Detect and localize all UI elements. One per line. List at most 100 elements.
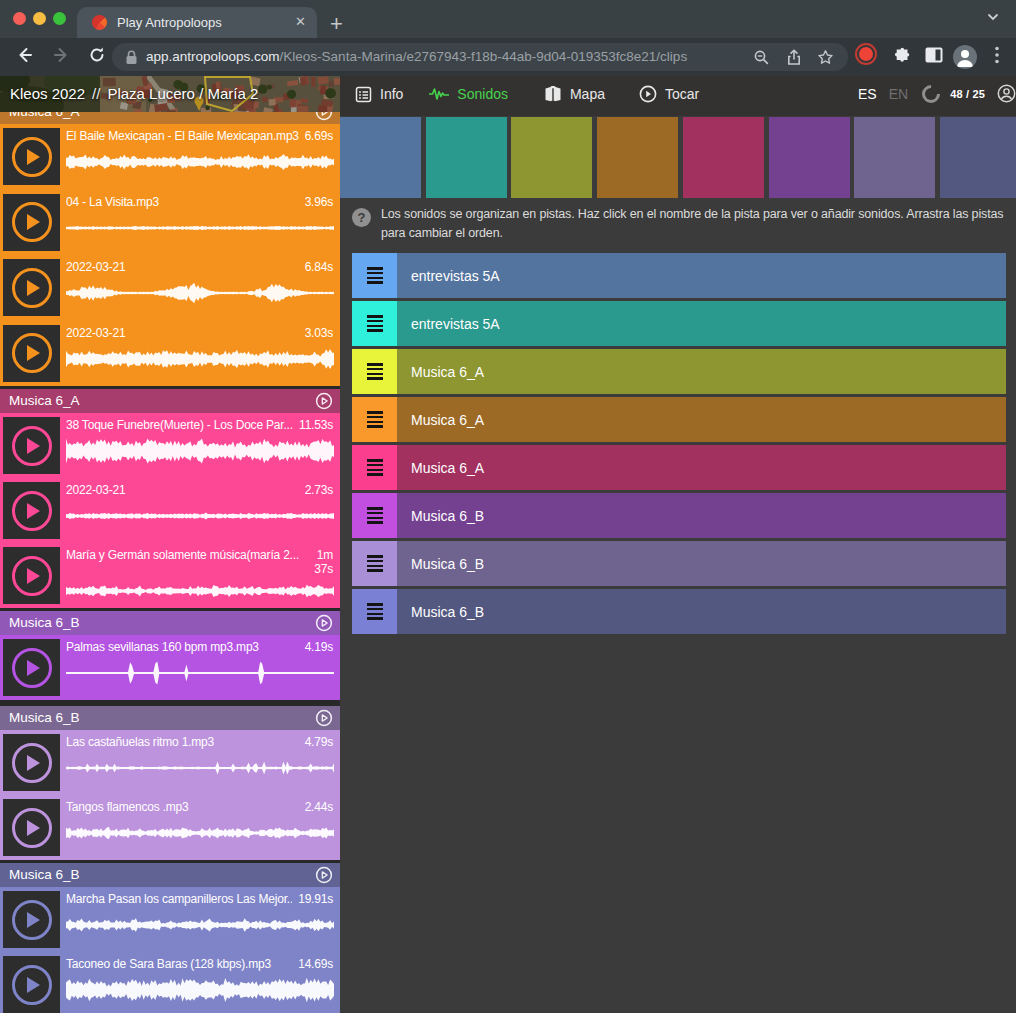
clip-waveform[interactable] <box>66 501 334 531</box>
lock-icon[interactable] <box>125 50 138 69</box>
clip-play-button[interactable] <box>3 128 60 185</box>
track-row[interactable]: Musica 6_B <box>352 589 1006 634</box>
timeline-swatch[interactable] <box>854 117 935 198</box>
tab-search-chevron-icon[interactable] <box>986 10 1000 27</box>
nav-mapa[interactable]: Mapa <box>544 86 605 102</box>
help-text: Los sonidos se organizan en pistas. Haz … <box>381 205 1013 243</box>
clip-waveform[interactable] <box>66 278 334 308</box>
section-play-icon[interactable] <box>315 392 333 413</box>
track-name: Musica 6_A <box>411 412 484 428</box>
zoom-icon[interactable] <box>753 49 770 70</box>
clip-play-button[interactable] <box>3 417 60 474</box>
new-tab-button[interactable]: + <box>330 11 343 37</box>
clip-waveform[interactable] <box>66 818 334 848</box>
clip-waveform[interactable] <box>66 753 334 783</box>
clip-play-button[interactable] <box>3 734 60 791</box>
track-row[interactable]: Musica 6_A <box>352 397 1006 442</box>
browser-tab[interactable]: Play Antropoloops ✕ <box>77 7 317 38</box>
side-panel-icon[interactable] <box>925 47 943 68</box>
clip-play-button[interactable] <box>3 259 60 316</box>
audio-clip: María y Germán solamente música(maría 2.… <box>0 543 340 608</box>
record-indicator-icon[interactable] <box>859 47 873 61</box>
close-window-button[interactable] <box>13 12 26 25</box>
browser-menu-icon[interactable] <box>994 45 1000 70</box>
clip-play-button[interactable] <box>3 639 60 696</box>
drag-handle[interactable] <box>352 541 397 586</box>
drag-handle[interactable] <box>352 253 397 298</box>
track-section-header[interactable]: Musica 6_B <box>0 611 340 635</box>
extensions-puzzle-icon[interactable] <box>893 46 911 69</box>
section-play-icon[interactable] <box>315 709 333 730</box>
clip-title: Marcha Pasan los campanilleros Las Mejor… <box>66 892 292 906</box>
clip-duration: 19.91s <box>298 892 333 906</box>
clip-play-button[interactable] <box>3 956 60 1013</box>
close-tab-icon[interactable]: ✕ <box>295 14 306 29</box>
clip-play-button[interactable] <box>3 547 60 604</box>
track-section-header[interactable]: Musica 6_B <box>0 863 340 887</box>
nav-sonidos[interactable]: Sonidos <box>429 86 508 102</box>
track-row[interactable]: Musica 6_B <box>352 541 1006 586</box>
lang-es-button[interactable]: ES <box>858 86 877 102</box>
track-section-header[interactable]: Musica 6_B <box>0 706 340 730</box>
nav-tocar[interactable]: Tocar <box>639 85 699 103</box>
clip-play-button[interactable] <box>3 194 60 251</box>
clip-waveform[interactable] <box>66 147 334 177</box>
clip-waveform[interactable] <box>66 213 334 243</box>
clip-title: Tangos flamencos .mp3 <box>66 800 299 814</box>
track-section-name: Musica 6_A <box>9 393 80 408</box>
drag-handle[interactable] <box>352 349 397 394</box>
bookmark-star-icon[interactable] <box>817 49 834 70</box>
timeline-swatch[interactable] <box>426 117 507 198</box>
clip-play-button[interactable] <box>3 799 60 856</box>
timeline-swatch[interactable] <box>683 117 764 198</box>
forward-button[interactable] <box>52 45 72 70</box>
section-play-icon[interactable] <box>315 112 333 124</box>
timeline-swatch[interactable] <box>769 117 850 198</box>
account-icon[interactable] <box>997 84 1016 103</box>
loading-spinner-icon <box>918 81 943 106</box>
timeline-swatch[interactable] <box>340 117 421 198</box>
track-row[interactable]: entrevistas 5A <box>352 301 1006 346</box>
timeline-swatch[interactable] <box>940 117 1016 198</box>
clip-waveform[interactable] <box>66 579 334 603</box>
track-row[interactable]: Musica 6_A <box>352 445 1006 490</box>
track-row[interactable]: entrevistas 5A <box>352 253 1006 298</box>
clip-waveform[interactable] <box>66 910 334 940</box>
minimize-window-button[interactable] <box>33 12 46 25</box>
clip-list: Palmas sevillanas 160 bpm mp3.mp34.19s <box>0 635 340 700</box>
track-name: Musica 6_B <box>411 556 484 572</box>
share-icon[interactable] <box>786 49 802 70</box>
clip-title: Las castañuelas ritmo 1.mp3 <box>66 735 299 749</box>
drag-handle[interactable] <box>352 301 397 346</box>
timeline-swatch[interactable] <box>597 117 678 198</box>
track-row[interactable]: Musica 6_A <box>352 349 1006 394</box>
timeline-swatch[interactable] <box>511 117 592 198</box>
clip-duration: 4.79s <box>305 735 333 749</box>
drag-handle[interactable] <box>352 397 397 442</box>
track-section-header[interactable]: Musica 6_A <box>0 112 340 124</box>
drag-handle[interactable] <box>352 445 397 490</box>
clip-play-button[interactable] <box>3 482 60 539</box>
address-bar[interactable]: app.antropoloops.com/Kleos-Santa-Marina/… <box>112 43 848 71</box>
clip-play-button[interactable] <box>3 891 60 948</box>
drag-handle[interactable] <box>352 589 397 634</box>
section-play-icon[interactable] <box>315 614 333 635</box>
clip-waveform[interactable] <box>66 344 334 374</box>
help-icon: ? <box>352 208 371 227</box>
clip-waveform[interactable] <box>66 658 334 688</box>
clip-duration: 6.84s <box>305 260 333 274</box>
clip-waveform[interactable] <box>66 436 334 466</box>
profile-avatar[interactable] <box>953 45 977 69</box>
nav-info[interactable]: Info <box>355 86 403 103</box>
drag-handle[interactable] <box>352 493 397 538</box>
breadcrumb-project[interactable]: Kleos 2022 <box>10 85 85 102</box>
back-button[interactable] <box>14 45 34 70</box>
reload-button[interactable] <box>88 46 106 69</box>
lang-en-button[interactable]: EN <box>889 86 908 102</box>
clip-play-button[interactable] <box>3 325 60 382</box>
zoom-window-button[interactable] <box>53 12 66 25</box>
section-play-icon[interactable] <box>315 866 333 887</box>
track-section-header[interactable]: Musica 6_A <box>0 389 340 413</box>
clip-waveform[interactable] <box>66 975 334 1005</box>
track-row[interactable]: Musica 6_B <box>352 493 1006 538</box>
